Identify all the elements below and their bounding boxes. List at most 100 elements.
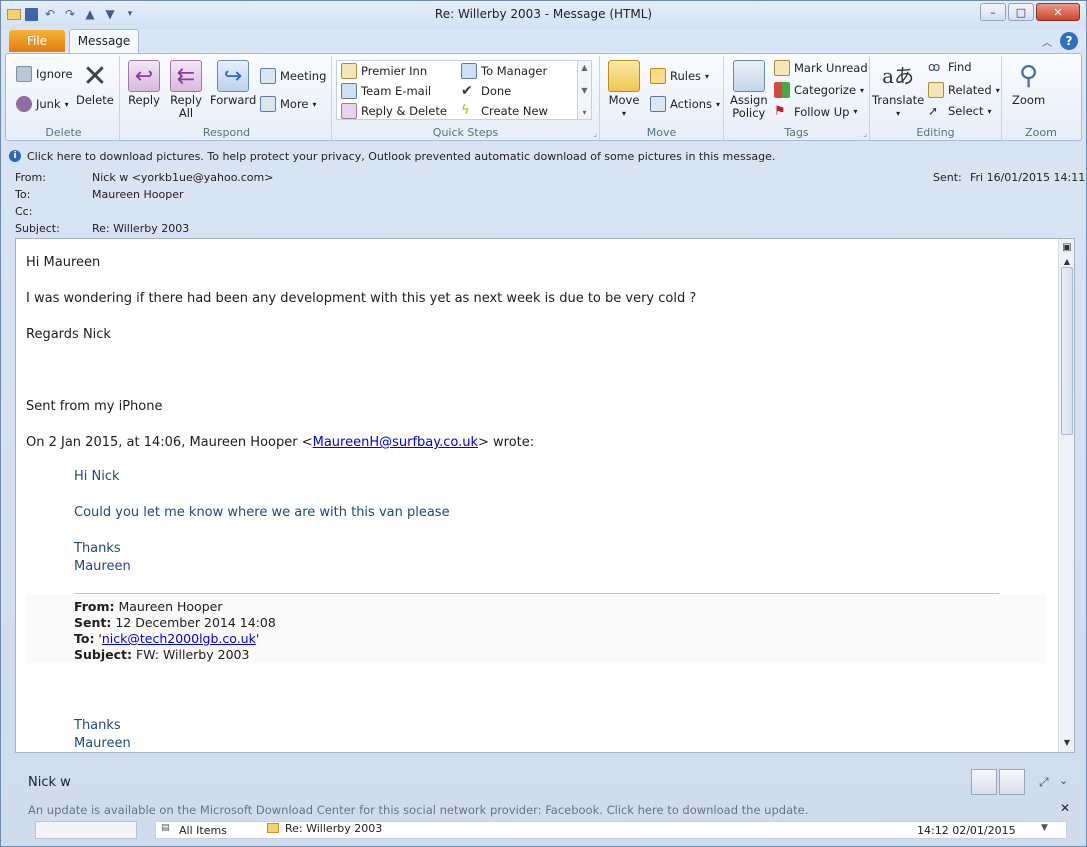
scroll-thumb[interactable] — [1061, 267, 1073, 435]
delete-x-icon: ✕ — [82, 58, 108, 94]
to-manager-icon — [461, 63, 477, 79]
vertical-scrollbar[interactable]: ▣ ▲ ▼ — [1058, 239, 1074, 752]
related-icon — [928, 82, 944, 98]
collapse-pane-icon[interactable]: ⌄ — [1059, 774, 1068, 787]
delete-group: Ignore Junk ▾ ✕ Delete Delete — [8, 56, 120, 140]
more-button[interactable]: More ▾ — [260, 96, 317, 112]
people-pane-name[interactable]: Nick w — [28, 775, 71, 790]
tab-message[interactable]: Message — [69, 29, 139, 53]
reply-button[interactable]: ↩ Reply — [128, 60, 160, 107]
lightning-icon: ϟ — [461, 103, 470, 118]
quick-steps-gallery: Premier Inn Team E-mail Reply & Delete T… — [336, 60, 592, 120]
sent-value: Fri 16/01/2015 14:11 — [970, 171, 1086, 184]
translate-button[interactable]: aあ Translate ▾ — [872, 60, 924, 120]
categorize-button[interactable]: Categorize ▾ — [774, 82, 864, 98]
reply-all-button[interactable]: ⇇ Reply All — [170, 60, 202, 120]
mark-unread-button[interactable]: Mark Unread — [774, 60, 868, 76]
ribbon: Ignore Junk ▾ ✕ Delete Delete ↩ Reply ⇇ R… — [5, 53, 1082, 141]
assign-policy-button[interactable]: Assign Policy — [730, 60, 768, 120]
zoom-group: ⚲ Zoom Zoom — [1002, 56, 1080, 140]
meeting-button[interactable]: Meeting — [260, 68, 326, 84]
ignore-button[interactable]: Ignore — [16, 66, 73, 82]
help-icon[interactable]: ? — [1060, 32, 1078, 50]
cc-label: Cc: — [15, 205, 33, 218]
fwd-sent: Sent: 12 December 2014 14:08 — [74, 615, 276, 630]
quote-thanks: Thanks — [74, 541, 121, 556]
forward-icon: ↪ — [217, 60, 250, 92]
email-link[interactable]: MaureenH@surfbay.co.uk — [313, 435, 478, 450]
follow-up-button[interactable]: ⚑ Follow Up ▾ — [774, 104, 857, 119]
contact-avatar[interactable] — [999, 769, 1025, 795]
delete-button[interactable]: ✕ Delete — [76, 60, 114, 107]
delete-group-label: Delete — [45, 126, 82, 139]
dialog-launcher-icon[interactable]: ⌟ — [863, 129, 867, 138]
to-value[interactable]: Maureen Hooper — [92, 188, 184, 201]
quickstep-to-manager[interactable]: To Manager — [461, 63, 547, 79]
activity-item-time: 14:12 02/01/2015 — [917, 824, 1016, 837]
binoculars-icon: ꝏ — [928, 60, 941, 74]
contact-avatar[interactable] — [971, 769, 997, 795]
quickstep-create-new[interactable]: ϟ Create New — [461, 103, 548, 118]
people-pane: Nick w ⤢ ⌄ An update is available on the… — [15, 763, 1075, 843]
sent-label: Sent: — [933, 171, 962, 184]
title-bar: ↶ ↷ ▲ ▼ ▾ Re: Willerby 2003 - Message (H… — [1, 1, 1086, 29]
quickstep-done[interactable]: ✔ Done — [461, 83, 511, 99]
fwd-from: From: Maureen Hooper — [74, 599, 223, 614]
reply-all-icon: ⇇ — [170, 60, 202, 92]
maximize-button[interactable]: □ — [1008, 3, 1034, 21]
message-body[interactable]: Hi Maureen I was wondering if there had … — [15, 238, 1075, 753]
select-button[interactable]: ➚ Select ▾ — [928, 104, 992, 118]
download-pictures-infobar[interactable]: i Click here to download pictures. To he… — [9, 147, 1079, 165]
quick-steps-scroll[interactable]: ▲ ▼ ▾ — [577, 61, 591, 119]
quickstep-reply-delete[interactable]: Reply & Delete — [341, 103, 447, 119]
body-greeting: Hi Maureen — [26, 255, 101, 270]
fwd-to-link[interactable]: nick@tech2000lgb.co.uk — [102, 631, 256, 646]
dismiss-notice-icon[interactable]: ✕ — [1060, 801, 1070, 815]
forward-button[interactable]: ↪ Forward — [210, 60, 256, 107]
quickstep-premier-inn[interactable]: Premier Inn — [341, 63, 427, 79]
rules-icon — [650, 68, 666, 84]
all-items-label[interactable]: All Items — [179, 824, 227, 837]
mail-icon — [267, 823, 279, 833]
zoom-button[interactable]: ⚲ Zoom — [1012, 60, 1045, 107]
from-label: From: — [15, 171, 46, 184]
tags-group: Assign Policy Mark Unread Categorize ▾ ⚑ … — [724, 56, 870, 140]
minimize-ribbon-icon[interactable]: ︿ — [1042, 34, 1052, 49]
tab-file[interactable]: File — [9, 30, 65, 52]
move-button[interactable]: Move ▾ — [608, 60, 640, 120]
editing-group-label: Editing — [916, 126, 955, 139]
close-button[interactable]: ✕ — [1036, 3, 1080, 21]
reply-delete-icon — [341, 103, 357, 119]
activity-item-subject[interactable]: Re: Willerby 2003 — [285, 822, 382, 835]
ignore-icon — [16, 66, 32, 82]
network-selector[interactable] — [35, 821, 137, 839]
envelope-arrow-icon — [341, 63, 357, 79]
fwd-to: To: 'nick@tech2000lgb.co.uk' — [74, 631, 260, 646]
expand-pane-icon[interactable]: ⤢ — [1039, 775, 1049, 790]
from-value[interactable]: Nick w <yorkb1ue@yahoo.com> — [92, 171, 273, 184]
quickstep-team-email[interactable]: Team E-mail — [341, 83, 431, 99]
bookmark-icon[interactable]: ▣ — [1060, 241, 1074, 255]
scroll-down-button[interactable]: ▼ — [1060, 736, 1074, 750]
to-label: To: — [15, 188, 31, 201]
actions-button[interactable]: Actions ▾ — [650, 96, 720, 112]
activity-scroll-icon[interactable]: ▼ — [1041, 823, 1048, 833]
magnifier-icon: ⚲ — [1019, 60, 1039, 91]
dialog-launcher-icon[interactable]: ⌟ — [593, 129, 597, 138]
minimize-button[interactable]: – — [980, 3, 1006, 21]
move-group: Move ▾ Rules ▾ Actions ▾ Move — [600, 56, 724, 140]
quote-signature: Maureen — [74, 559, 131, 574]
find-button[interactable]: ꝏ Find — [928, 60, 972, 74]
calendar-icon — [260, 68, 276, 84]
quote-greeting: Hi Nick — [74, 469, 120, 484]
flag-icon: ⚑ — [774, 104, 786, 119]
quote2-signature: Maureen — [74, 736, 131, 751]
outlook-message-window: ↶ ↷ ▲ ▼ ▾ Re: Willerby 2003 - Message (H… — [0, 0, 1087, 847]
zoom-group-label: Zoom — [1025, 126, 1057, 139]
checkmark-icon: ✔ — [461, 83, 473, 99]
update-available-notice[interactable]: An update is available on the Microsoft … — [28, 803, 808, 817]
junk-button[interactable]: Junk ▾ — [16, 96, 69, 112]
quote-line: Could you let me know where we are with … — [74, 505, 450, 520]
rules-button[interactable]: Rules ▾ — [650, 68, 709, 84]
related-button[interactable]: Related ▾ — [928, 82, 1000, 98]
